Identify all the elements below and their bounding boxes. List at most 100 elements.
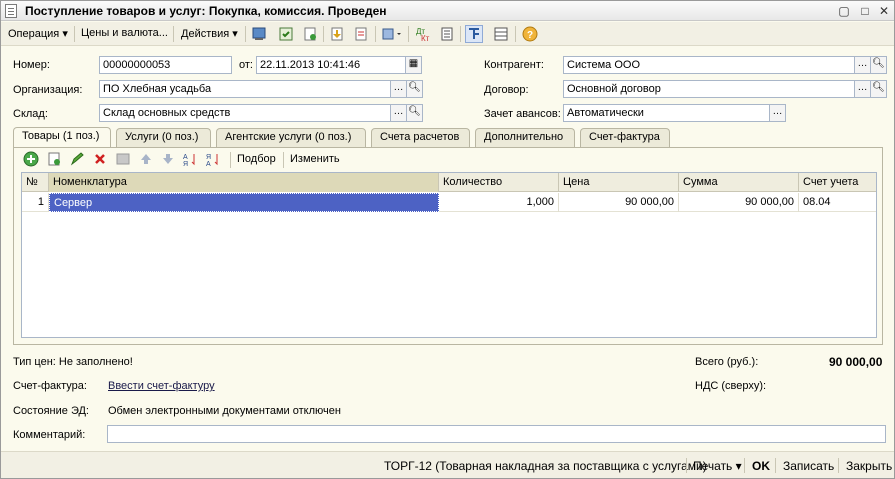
organization-open-icon[interactable]: 🔍︎ [406,80,423,98]
sort-desc-icon[interactable]: ЯА [205,150,223,168]
col-number[interactable]: № [22,173,49,192]
list-settings-icon[interactable] [492,25,510,43]
row-account[interactable]: 08.04 [799,193,876,212]
ed-state-label: Состояние ЭД: [13,405,89,417]
prices-currency-button[interactable]: Цены и валюта... [81,27,168,39]
close-button[interactable]: Закрыть [846,459,892,473]
total-value: 90 000,00 [829,355,883,369]
col-item[interactable]: Номенклатура [49,173,439,192]
report-icon[interactable] [438,25,456,43]
col-account[interactable]: Счет учета [799,173,876,192]
maximize-icon[interactable]: □ [857,3,873,19]
enter-invoice-link[interactable]: Ввести счет-фактуру [108,380,215,392]
tab-strip: Товары (1 поз.) Услуги (0 поз.) Агентски… [13,127,883,148]
post-icon[interactable] [277,25,295,43]
close-icon[interactable]: ✕ [876,3,892,19]
tab-agent-services[interactable]: Агентские услуги (0 поз.) [216,128,366,147]
add-row-icon[interactable] [22,150,40,168]
move-up-icon[interactable] [137,150,155,168]
help-icon[interactable]: ? [521,25,539,43]
move-down-icon[interactable] [159,150,177,168]
ok-button[interactable]: OK [752,459,770,473]
vat-label: НДС (сверху): [695,380,767,392]
counterparty-field[interactable]: Система ООО [563,56,855,74]
counterparty-select-button[interactable]: … [854,56,871,74]
tab-services[interactable]: Услуги (0 поз.) [116,128,211,147]
goods-panel: АЯ ЯА Подбор Изменить № Номенклатура Кол… [13,147,883,345]
advances-field[interactable]: Автоматически [563,104,770,122]
based-on-icon[interactable] [328,25,346,43]
contract-field[interactable]: Основной договор [563,80,855,98]
tab-settlement-accounts[interactable]: Счета расчетов [371,128,470,147]
copy-doc-icon[interactable] [301,25,319,43]
tab-goods[interactable]: Товары (1 поз.) [13,127,111,147]
warehouse-field[interactable]: Склад основных средств [99,104,391,122]
contract-label: Договор: [484,84,529,96]
torg12-print-button[interactable]: ТОРГ-12 (Товарная накладная за поставщик… [384,459,707,473]
calendar-icon[interactable]: ▦ [405,56,422,74]
tab-additional[interactable]: Дополнительно [475,128,575,147]
document-window: Поступление товаров и услуг: Покупка, ко… [0,0,895,479]
price-type-label: Тип цен: Не заполнено! [13,356,133,368]
warehouse-select-button[interactable]: … [390,104,407,122]
debit-credit-icon[interactable]: Дт Кт [414,25,432,43]
row-item[interactable]: Сервер [49,193,439,212]
from-label: от: [239,59,253,71]
go-menu-icon[interactable] [380,25,404,43]
comment-label: Комментарий: [13,429,86,441]
structure-icon[interactable] [352,25,370,43]
end-edit-icon[interactable] [114,150,132,168]
number-label: Номер: [13,59,50,71]
svg-text:А: А [183,154,188,161]
date-field[interactable]: 22.11.2013 10:41:46 [256,56,406,74]
document-icon [5,4,17,18]
edit-row-icon[interactable] [68,150,86,168]
tree-toggle-icon[interactable] [465,25,483,43]
goods-table[interactable]: № Номенклатура Количество Цена Сумма Сче… [21,172,877,338]
actions-label: Действия [181,28,230,40]
number-field[interactable]: 00000000053 [99,56,232,74]
main-toolbar: Операция ▾ Цены и валюта... Действия ▾ Д… [1,22,894,46]
post-and-close-icon[interactable] [250,25,268,43]
organization-field[interactable]: ПО Хлебная усадьба [99,80,391,98]
svg-text:А: А [206,161,211,167]
sort-asc-icon[interactable]: АЯ [182,150,200,168]
row-number: 1 [22,193,49,212]
table-row[interactable]: 1 Сервер 1,000 90 000,00 90 000,00 08.04 [22,193,876,212]
tab-invoice[interactable]: Счет-фактура [580,128,670,147]
col-price[interactable]: Цена [559,173,679,192]
edit-button[interactable]: Изменить [290,153,340,165]
organization-select-button[interactable]: … [390,80,407,98]
counterparty-open-icon[interactable]: 🔍︎ [870,56,887,74]
svg-text:?: ? [527,30,533,41]
delete-row-icon[interactable] [91,150,109,168]
operation-menu[interactable]: Операция ▾ [8,27,68,40]
row-sum[interactable]: 90 000,00 [679,193,799,212]
actions-menu[interactable]: Действия ▾ [181,27,238,40]
col-quantity[interactable]: Количество [439,173,559,192]
comment-field[interactable] [107,425,886,443]
svg-text:Кт: Кт [421,34,430,42]
warehouse-open-icon[interactable]: 🔍︎ [406,104,423,122]
window-title: Поступление товаров и услуг: Покупка, ко… [25,4,387,18]
organization-label: Организация: [13,84,83,96]
counterparty-label: Контрагент: [484,59,544,71]
row-quantity[interactable]: 1,000 [439,193,559,212]
svg-text:Я: Я [183,161,188,167]
print-menu[interactable]: Печать ▾ [693,459,742,473]
table-toolbar: АЯ ЯА Подбор Изменить [14,148,882,170]
row-price[interactable]: 90 000,00 [559,193,679,212]
copy-row-icon[interactable] [45,150,63,168]
warehouse-label: Склад: [13,108,48,120]
print-label: Печать [693,459,733,473]
advances-select-button[interactable]: … [769,104,786,122]
contract-select-button[interactable]: … [854,80,871,98]
title-bar: Поступление товаров и услуг: Покупка, ко… [1,1,894,21]
window-menu-icon[interactable]: ▢ [836,3,852,19]
col-sum[interactable]: Сумма [679,173,799,192]
pick-button[interactable]: Подбор [237,153,276,165]
save-button[interactable]: Записать [783,459,834,473]
advances-label: Зачет авансов: [484,108,561,120]
contract-open-icon[interactable]: 🔍︎ [870,80,887,98]
svg-text:Я: Я [206,154,211,161]
